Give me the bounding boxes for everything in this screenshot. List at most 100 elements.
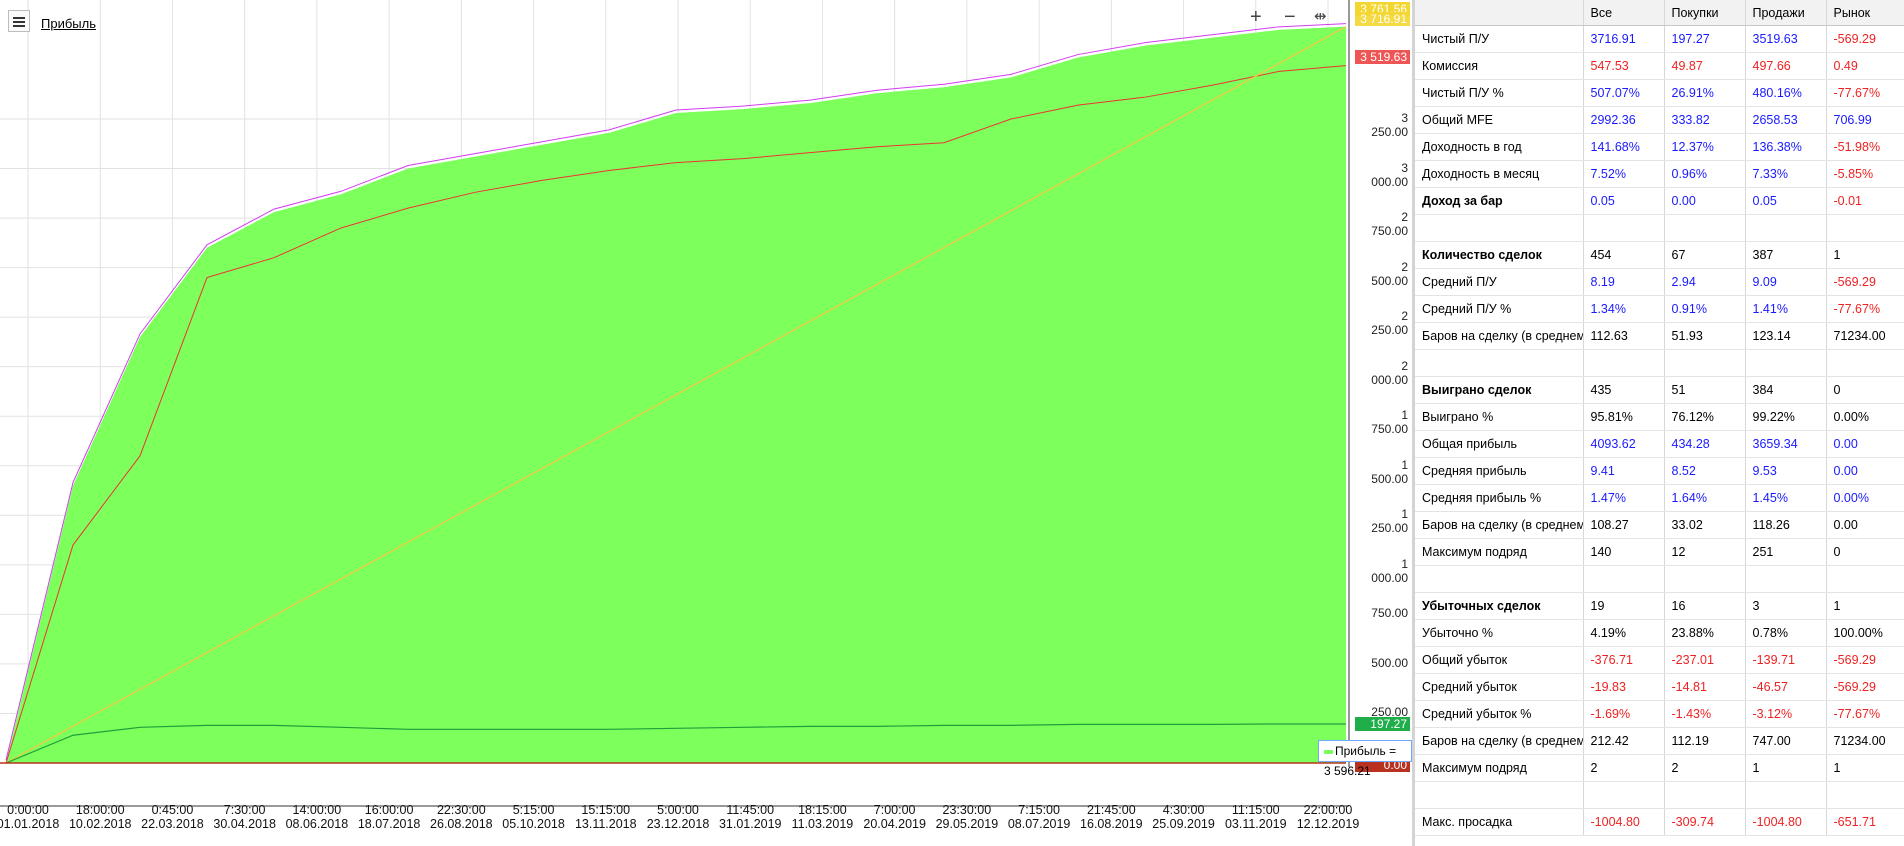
stat-value: 123.14	[1745, 322, 1827, 350]
stat-value	[1583, 565, 1665, 593]
stat-value: 1	[1826, 754, 1904, 782]
stat-value: 747.00	[1745, 727, 1827, 755]
separator-row	[1415, 565, 1904, 593]
stat-value	[1583, 781, 1665, 809]
table-header-row: Все Покупки Продажи Рынок	[1415, 0, 1904, 26]
stat-value: 1.34%	[1583, 295, 1665, 323]
table-row: Выиграно % 95.81% 76.12% 99.22% 0.00%	[1415, 403, 1904, 431]
row-label: Баров на сделку (в среднем)	[1415, 511, 1584, 539]
stat-value: 0.96%	[1664, 160, 1746, 188]
value-tag-profit: 3 716.91	[1355, 12, 1410, 26]
stat-value: 71234.00	[1826, 322, 1904, 350]
column-header-label[interactable]	[1415, 0, 1584, 26]
stat-value: 2992.36	[1583, 106, 1665, 134]
row-label: Выиграно %	[1415, 403, 1584, 431]
table-row: Общий MFE 2992.36 333.82 2658.53 706.99	[1415, 106, 1904, 134]
chart-title[interactable]: Прибыль	[41, 16, 96, 31]
stat-value: 1.41%	[1745, 295, 1827, 323]
column-header[interactable]: Рынок	[1826, 0, 1904, 26]
stat-value: 0	[1826, 538, 1904, 566]
table-row: Убыточных сделок 19 16 3 1	[1415, 592, 1904, 620]
list-icon[interactable]	[8, 10, 30, 32]
stat-value: 2	[1583, 754, 1665, 782]
stat-value	[1664, 565, 1746, 593]
column-header[interactable]: Покупки	[1664, 0, 1746, 26]
stat-value: 0.00	[1826, 457, 1904, 485]
row-label: Средний П/У	[1415, 268, 1584, 296]
stat-value: 12	[1664, 538, 1746, 566]
zoom-in-icon[interactable]: +	[1250, 7, 1262, 27]
stat-value: 16	[1664, 592, 1746, 620]
stat-value: 435	[1583, 376, 1665, 404]
row-label: Средний убыток %	[1415, 700, 1584, 728]
y-tick-label: 1 000.00	[1371, 556, 1408, 585]
stat-value: 19	[1583, 592, 1665, 620]
separator-row	[1415, 781, 1904, 809]
stat-value: -569.29	[1826, 268, 1904, 296]
stat-value: 3716.91	[1583, 25, 1665, 53]
stat-value: -139.71	[1745, 646, 1827, 674]
stat-value: 0.00	[1826, 430, 1904, 458]
row-label: Выиграно сделок	[1415, 376, 1584, 404]
stat-value: 33.02	[1664, 511, 1746, 539]
y-tick-label: 1 750.00	[1371, 408, 1408, 437]
stat-value: -237.01	[1664, 646, 1746, 674]
stat-value: 3519.63	[1745, 25, 1827, 53]
equity-chart-panel[interactable]: Прибыль + − ⇹ 3 761.56 3 716.91 3 519.63…	[0, 0, 1412, 846]
row-label: Макс. просадка	[1415, 808, 1584, 836]
table-row: Доходность в месяц 7.52% 0.96% 7.33% -5.85%	[1415, 160, 1904, 188]
column-header[interactable]: Продажи	[1745, 0, 1827, 26]
fit-icon[interactable]: ⇹	[1314, 7, 1327, 27]
table-row: Комиссия 547.53 49.87 497.66 0.49	[1415, 52, 1904, 80]
column-header[interactable]: Все	[1583, 0, 1665, 26]
stat-value: 547.53	[1583, 52, 1665, 80]
stat-value: -1.43%	[1664, 700, 1746, 728]
x-tick-time: 22:00:00	[1303, 803, 1353, 817]
stat-value: 51.93	[1664, 322, 1746, 350]
table-row: Средняя прибыль 9.41 8.52 9.53 0.00	[1415, 457, 1904, 485]
stat-value: 480.16%	[1745, 79, 1827, 107]
stat-value	[1745, 781, 1827, 809]
stat-value: 0.49	[1826, 52, 1904, 80]
stat-value: -0.01	[1826, 187, 1904, 215]
stat-value: -569.29	[1826, 646, 1904, 674]
separator-row	[1415, 349, 1904, 377]
stat-value: 2.94	[1664, 268, 1746, 296]
table-row: Убыточно % 4.19% 23.88% 0.78% 100.00%	[1415, 619, 1904, 647]
stat-value: -309.74	[1664, 808, 1746, 836]
y-tick-label: 2 250.00	[1371, 309, 1408, 338]
stat-value: 4.19%	[1583, 619, 1665, 647]
row-label: Общий MFE	[1415, 106, 1584, 134]
stat-value: -651.71	[1826, 808, 1904, 836]
row-label: Максимум подряд	[1415, 538, 1584, 566]
stat-value: 0.00%	[1826, 484, 1904, 512]
value-tag-net: 3 519.63	[1355, 50, 1410, 64]
stat-value: 99.22%	[1745, 403, 1827, 431]
stat-value: 12.37%	[1664, 133, 1746, 161]
stat-value: -1004.80	[1583, 808, 1665, 836]
stat-value: 333.82	[1664, 106, 1746, 134]
x-tick-label: 22:00:00 12.12.2019	[1286, 803, 1370, 831]
y-tick-label: 2 750.00	[1371, 210, 1408, 239]
stat-value: 9.53	[1745, 457, 1827, 485]
stat-value: -1004.80	[1745, 808, 1827, 836]
stat-value: 112.63	[1583, 322, 1665, 350]
stat-value: 51	[1664, 376, 1746, 404]
stat-value: -77.67%	[1826, 79, 1904, 107]
stat-value: 454	[1583, 241, 1665, 269]
table-row: Средняя прибыль % 1.47% 1.64% 1.45% 0.00%	[1415, 484, 1904, 512]
stat-value: -51.98%	[1826, 133, 1904, 161]
equity-chart[interactable]	[0, 0, 1412, 846]
y-tick-label: 3 000.00	[1371, 160, 1408, 189]
stat-value: 1.45%	[1745, 484, 1827, 512]
stat-value: 7.52%	[1583, 160, 1665, 188]
row-label: Баров на сделку (в среднем)	[1415, 727, 1584, 755]
stat-value: -3.12%	[1745, 700, 1827, 728]
stat-value: 0.00	[1826, 511, 1904, 539]
profit-tooltip: Прибыль = 3 596.21	[1318, 740, 1412, 778]
separator-row	[1415, 214, 1904, 242]
stat-value: 4093.62	[1583, 430, 1665, 458]
table-row: Доходность в год 141.68% 12.37% 136.38% -51.…	[1415, 133, 1904, 161]
stat-value	[1826, 565, 1904, 593]
zoom-out-icon[interactable]: −	[1284, 7, 1296, 27]
